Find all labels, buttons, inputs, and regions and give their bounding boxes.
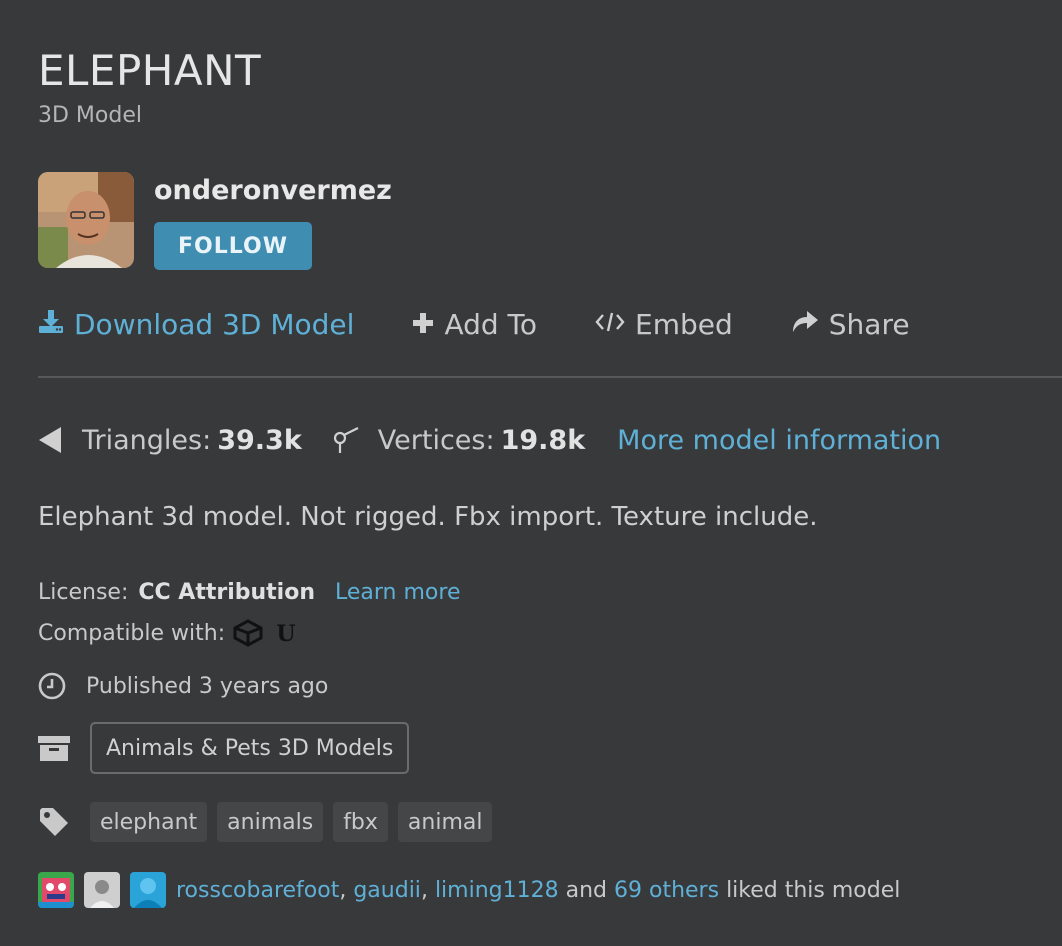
- license-row: License: CC Attribution Learn more: [38, 580, 460, 605]
- share-icon: [791, 308, 829, 341]
- add-to-label: Add To: [444, 307, 538, 341]
- tag-item[interactable]: elephant: [90, 802, 208, 842]
- category-link[interactable]: Animals & Pets 3D Models: [90, 722, 410, 774]
- model-description: Elephant 3d model. Not rigged. Fbx impor…: [38, 502, 818, 532]
- compatible-row: Compatible with: U: [38, 619, 301, 647]
- plus-icon: [412, 308, 444, 341]
- liker-link[interactable]: rosscobarefoot: [176, 878, 339, 903]
- model-subtitle: 3D Model: [38, 103, 142, 128]
- model-title: ELEPHANT: [38, 46, 262, 95]
- likes-and: and: [565, 877, 607, 903]
- action-bar: Download 3D Model Add To Embed Share: [38, 304, 968, 344]
- tags-row: elephant animals fbx animal: [38, 802, 502, 842]
- archive-icon: [38, 734, 70, 762]
- liker-avatar[interactable]: [38, 872, 74, 908]
- compatible-label: Compatible with:: [38, 620, 226, 646]
- download-label: Download 3D Model: [74, 307, 355, 341]
- unity-icon: [233, 619, 263, 647]
- embed-button[interactable]: Embed: [595, 308, 733, 341]
- license-value[interactable]: CC Attribution: [138, 580, 315, 605]
- triangles-label: Triangles:: [82, 424, 212, 456]
- liker-link[interactable]: gaudii: [353, 878, 421, 903]
- vertices-label: Vertices:: [377, 424, 495, 456]
- author-avatar[interactable]: [38, 172, 134, 268]
- triangle-icon: [38, 426, 62, 454]
- add-to-button[interactable]: Add To: [412, 308, 537, 341]
- download-icon: [38, 308, 74, 341]
- divider: [38, 376, 1062, 378]
- author-username[interactable]: onderonvermez: [154, 175, 392, 206]
- likes-suffix: liked this model: [726, 877, 901, 903]
- more-model-info-link[interactable]: More model information: [617, 425, 941, 456]
- category-row: Animals & Pets 3D Models: [38, 722, 410, 774]
- liker-avatar[interactable]: [130, 872, 166, 908]
- triangles-value: 39.3k: [217, 424, 302, 456]
- published-row: Published 3 years ago: [38, 672, 328, 700]
- tag-item[interactable]: animal: [397, 802, 493, 842]
- code-icon: [595, 308, 635, 341]
- separator: ,: [339, 877, 347, 903]
- download-button[interactable]: Download 3D Model: [38, 308, 354, 341]
- svg-text:U: U: [277, 621, 296, 647]
- separator: ,: [420, 877, 428, 903]
- tag-item[interactable]: animals: [217, 802, 324, 842]
- tag-icon: [38, 806, 70, 838]
- tag-item[interactable]: fbx: [333, 802, 388, 842]
- vertices-value: 19.8k: [500, 424, 586, 456]
- likes-row: rosscobarefoot, gaudii, liming1128 and 6…: [38, 872, 900, 908]
- follow-button[interactable]: FOLLOW: [154, 222, 312, 270]
- unreal-icon: U: [271, 619, 301, 647]
- model-stats: Triangles: 39.3k Vertices: 19.8k More mo…: [38, 418, 941, 462]
- share-button[interactable]: Share: [791, 308, 910, 341]
- share-label: Share: [828, 307, 910, 341]
- embed-label: Embed: [635, 307, 733, 341]
- others-link[interactable]: 69 others: [614, 878, 719, 903]
- liker-link[interactable]: liming1128: [435, 878, 559, 903]
- license-label: License:: [38, 580, 129, 605]
- published-text: Published 3 years ago: [86, 673, 329, 699]
- learn-more-link[interactable]: Learn more: [335, 580, 460, 605]
- liker-avatar[interactable]: [84, 872, 120, 908]
- clock-icon: [38, 672, 66, 700]
- vertex-icon: [332, 426, 360, 454]
